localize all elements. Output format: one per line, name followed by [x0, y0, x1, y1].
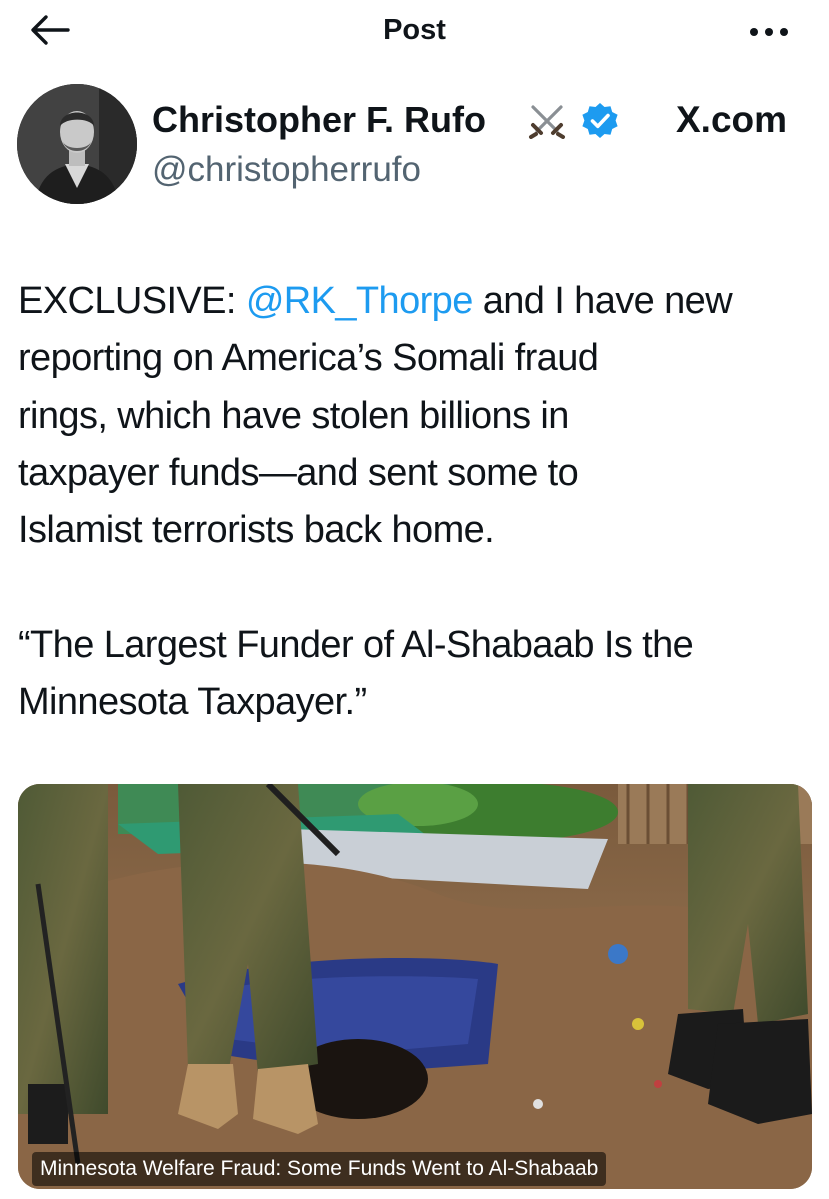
- tweet-line: rings, which have stolen billions in: [18, 394, 569, 437]
- tweet-text: EXCLUSIVE: @RK_Thorpe and I have new rep…: [18, 273, 818, 731]
- page-title: Post: [383, 14, 446, 46]
- tweet-quote-line: Minnesota Taxpayer.”: [18, 681, 367, 724]
- avatar-image: [17, 84, 137, 204]
- tweet-line: EXCLUSIVE: @RK_Thorpe and I have new: [18, 273, 818, 330]
- crossed-swords-icon: [525, 103, 569, 139]
- mention-link[interactable]: @RK_Thorpe: [246, 280, 474, 322]
- article-image: [18, 784, 812, 1189]
- author-handle[interactable]: @christopherrufo: [152, 148, 421, 192]
- more-options-button[interactable]: [744, 12, 794, 48]
- media-caption: Minnesota Welfare Fraud: Some Funds Went…: [32, 1152, 607, 1186]
- tweet-line: Islamist terrorists back home.: [18, 509, 495, 552]
- tweet-line: taxpayer funds—and sent some to: [18, 451, 579, 494]
- avatar[interactable]: [17, 84, 137, 204]
- tweet-text-segment: and I have new: [472, 280, 733, 322]
- tweet-text-segment: EXCLUSIVE:: [18, 280, 246, 322]
- more-horizontal-icon: [750, 28, 788, 36]
- tweet-quote-line: “The Largest Funder of Al-Shabaab Is the: [18, 623, 694, 666]
- top-bar: Post: [0, 0, 829, 60]
- source-label: X.com: [676, 99, 788, 140]
- link-preview-card[interactable]: [18, 784, 812, 1189]
- author-name[interactable]: Christopher F. Rufo: [152, 98, 486, 142]
- verified-badge-icon[interactable]: [580, 101, 620, 141]
- tweet-line: reporting on America’s Somali fraud: [18, 337, 599, 380]
